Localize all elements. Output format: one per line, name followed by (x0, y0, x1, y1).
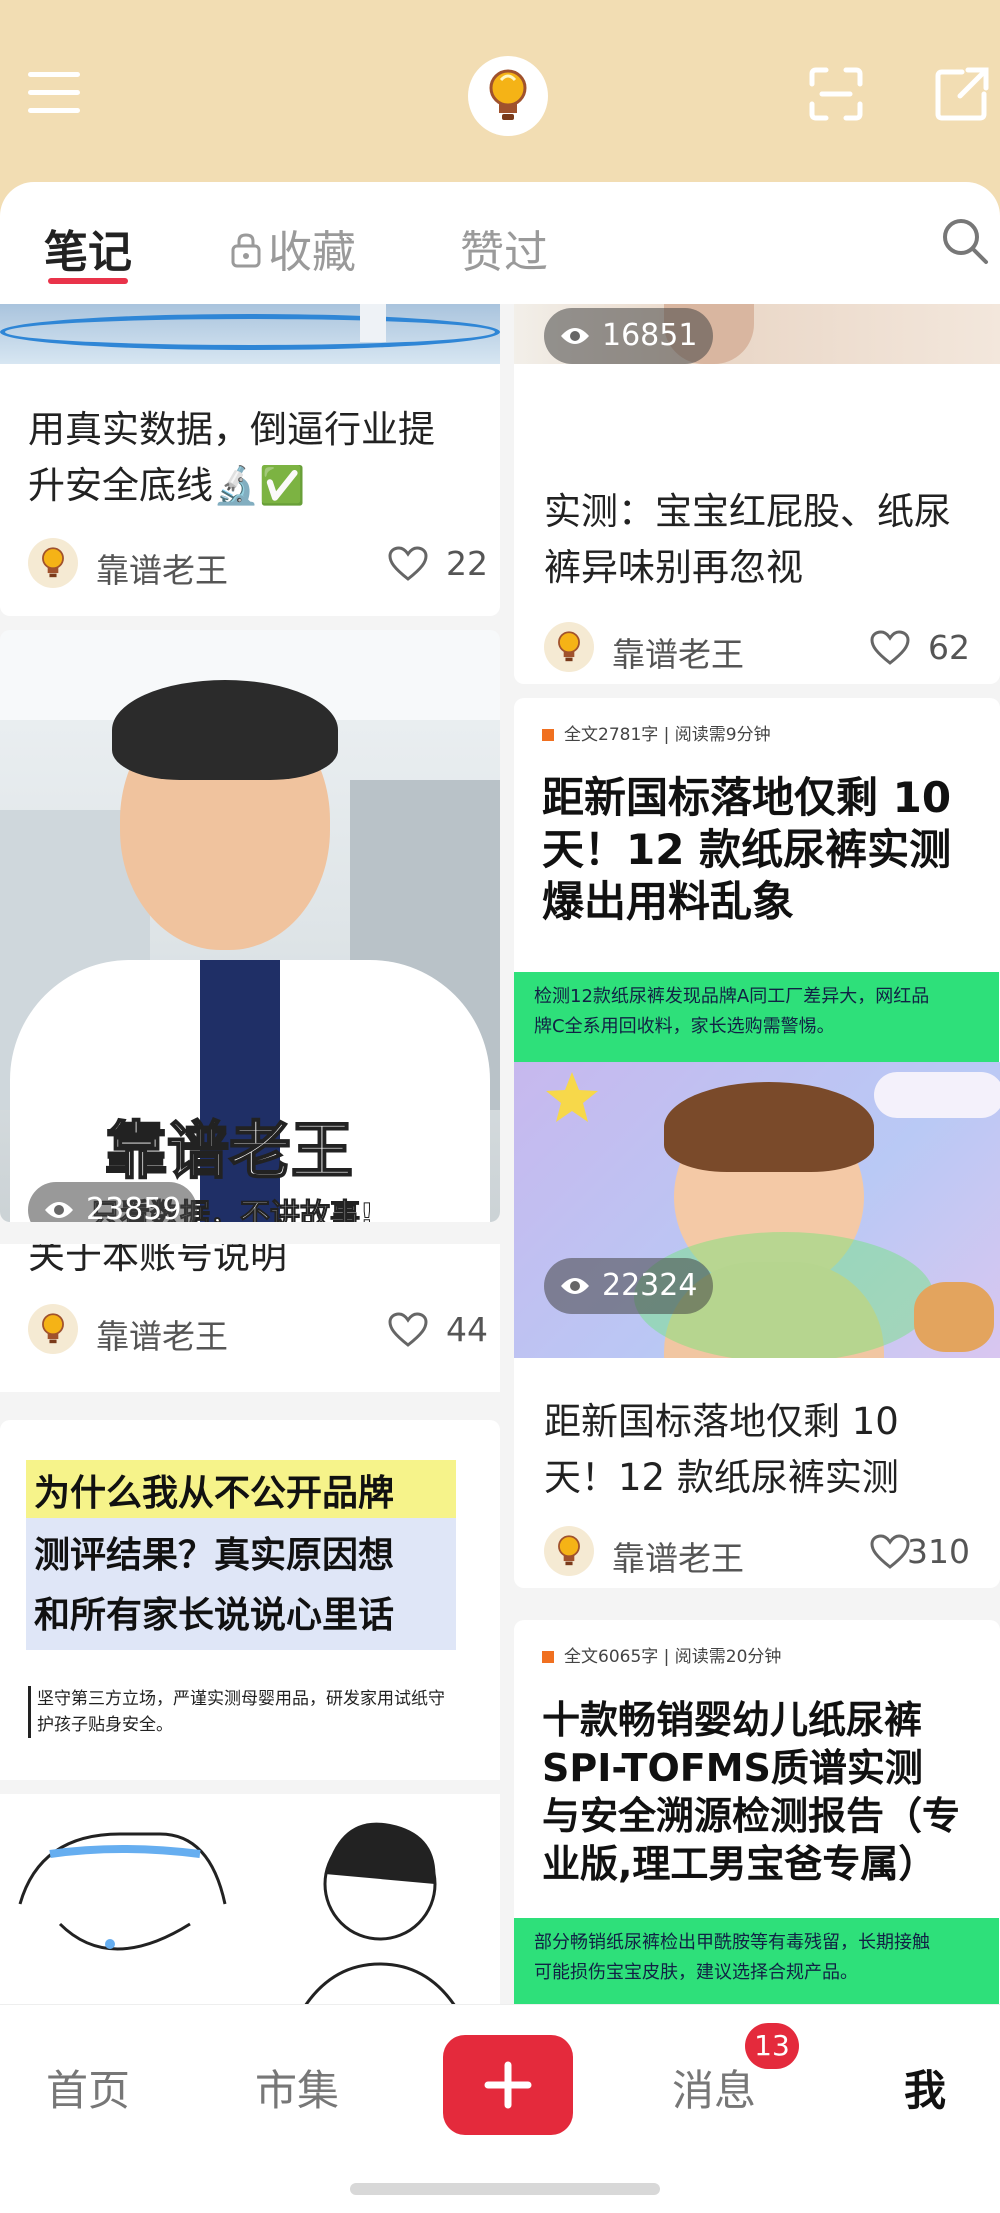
note-title: 关于本账号说明 (28, 1244, 287, 1277)
lightbulb-icon (558, 631, 580, 662)
article-summary-bar: 检测12款纸尿裤发现品牌A同工厂差异大，网红品 牌C全系用回收料，家长选购需警惕… (514, 972, 999, 1062)
like-count: 62 (928, 628, 970, 667)
cover-overlay-title: 靠谱老王 (104, 1113, 354, 1188)
cover-subtext: 坚守第三方立场，严谨实测母婴用品，研发家用试纸守 护孩子贴身安全。 (28, 1686, 487, 1738)
article-meta: 全文2781字 | 阅读需9分钟 (542, 720, 771, 745)
heart-icon[interactable] (388, 546, 428, 582)
author-name[interactable]: 靠谱老王 (612, 1532, 744, 1580)
note-title-line: 天！12 款纸尿裤实测 (544, 1456, 899, 1499)
note-title-line: 用真实数据，倒逼行业提 (28, 408, 435, 451)
note-title-line: 升安全底线🔬✅ (28, 464, 306, 507)
notes-feed: 用真实数据，倒逼行业提 升安全底线🔬✅ 靠谱老王 22 靠谱老王 只看数据，不讲… (0, 304, 1000, 2004)
author-avatar[interactable] (28, 538, 78, 588)
nav-home[interactable]: 首页 (46, 2057, 130, 2118)
view-count-badge: 16851 (544, 308, 714, 364)
article-summary-line: 部分畅销纸尿裤检出甲酰胺等有毒残留，长期接触 (534, 1932, 930, 1953)
article-headline-line: 天！12 款纸尿裤实测 (542, 825, 952, 874)
note-title-line: 距新国标落地仅剩 10 (544, 1400, 899, 1443)
tab-active-indicator (48, 278, 128, 284)
note-cover-image (0, 304, 500, 364)
cover-subtext-line: 护孩子贴身安全。 (37, 1715, 173, 1735)
note-card[interactable]: 靠谱老王 只看数据，不讲故事! 23859 (0, 630, 500, 1222)
author-avatar[interactable] (544, 1526, 594, 1576)
home-indicator (350, 2183, 660, 2195)
cover-subtext-line: 坚守第三方立场，严谨实测母婴用品，研发家用试纸守 (37, 1689, 445, 1709)
article-headline-line: 距新国标落地仅剩 10 (542, 773, 952, 822)
note-card[interactable]: 用真实数据，倒逼行业提 升安全底线🔬✅ 靠谱老王 22 (0, 304, 500, 616)
author-name[interactable]: 靠谱老王 (96, 1310, 228, 1358)
like-count: 310 (907, 1532, 970, 1571)
view-count-badge: 23859 (28, 1182, 198, 1222)
profile-tabs: 笔记 收藏 赞过 (0, 182, 1000, 304)
heart-icon[interactable] (388, 1312, 428, 1348)
article-meta: 全文6065字 | 阅读需20分钟 (542, 1642, 781, 1667)
view-count: 16851 (602, 318, 698, 353)
article-summary-line: 牌C全系用回收料，家长选购需警惕。 (534, 1016, 835, 1037)
note-card-footer[interactable]: 关于本账号说明 靠谱老王 44 (0, 1244, 500, 1392)
nav-me[interactable]: 我 (904, 2057, 946, 2118)
lightbulb-icon (42, 547, 64, 578)
view-count: 23859 (86, 1192, 182, 1222)
article-summary-line: 检测12款纸尿裤发现品牌A同工厂差异大，网红品 (534, 986, 930, 1007)
lock-icon (231, 233, 261, 268)
menu-icon[interactable] (28, 72, 80, 116)
article-headline-line: 业版,理工男宝爸专属） (542, 1842, 937, 1886)
add-note-button[interactable] (443, 2035, 573, 2135)
view-count: 22324 (602, 1268, 698, 1303)
cover-heading-line: 为什么我从不公开品牌 (34, 1473, 395, 1514)
nav-messages[interactable]: 消息 (672, 2057, 756, 2118)
author-avatar[interactable] (28, 1304, 78, 1354)
tab-favorites-label: 收藏 (268, 227, 356, 278)
cover-illustration (0, 1780, 500, 2004)
article-headline-line: SPI-TOFMS质谱实测 (542, 1746, 923, 1790)
author-name[interactable]: 靠谱老王 (96, 544, 228, 592)
nav-market[interactable]: 市集 (255, 2057, 339, 2118)
plus-icon (484, 2061, 532, 2109)
author-row: 靠谱老王 22 (28, 536, 488, 592)
eye-icon (45, 1202, 73, 1218)
author-avatar[interactable] (544, 622, 594, 672)
article-meta-text: 全文2781字 | 阅读需9分钟 (564, 725, 771, 745)
author-name[interactable]: 靠谱老王 (612, 628, 744, 676)
eye-icon (561, 1278, 589, 1294)
heart-icon[interactable] (870, 630, 910, 666)
search-icon[interactable] (940, 216, 990, 266)
profile-sheet: 笔记 收藏 赞过 用真实数据，倒逼行业提 升安全底线🔬✅ 靠谱老王 22 靠谱老… (0, 182, 1000, 2213)
like-count: 22 (446, 544, 488, 583)
tab-favorites[interactable]: 收藏 (230, 216, 356, 280)
author-row: 靠谱老王 62 (544, 620, 970, 676)
article-summary-line: 可能损伤宝宝皮肤，建议选择合规产品。 (534, 1962, 858, 1983)
eye-icon (561, 328, 589, 344)
article-summary-bar: 部分畅销纸尿裤检出甲酰胺等有毒残留，长期接触 可能损伤宝宝皮肤，建议选择合规产品… (514, 1918, 999, 2004)
messages-badge: 13 (745, 2023, 799, 2069)
scan-icon[interactable] (808, 66, 864, 122)
tab-liked[interactable]: 赞过 (460, 216, 548, 280)
lightbulb-icon (489, 69, 527, 120)
article-headline-line: 爆出用料乱象 (542, 877, 795, 926)
cover-heading-box: 为什么我从不公开品牌 测评结果？真实原因想 和所有家长说说心里话 (26, 1460, 456, 1650)
profile-avatar[interactable] (468, 56, 548, 136)
share-icon[interactable] (934, 66, 990, 122)
view-count-badge: 22324 (544, 1258, 714, 1314)
cover-heading-line: 测评结果？真实原因想 (34, 1535, 395, 1576)
tab-notes[interactable]: 笔记 (44, 216, 132, 280)
note-title-line: 实测：宝宝红屁股、纸尿 (544, 490, 951, 533)
note-title-line: 裤异味别再忽视 (544, 546, 803, 589)
like-count: 44 (446, 1310, 488, 1349)
note-card[interactable]: 全文6065字 | 阅读需20分钟 十款畅销婴幼儿纸尿裤 SPI-TOFMS质谱… (514, 1620, 1000, 2004)
lightbulb-icon (42, 1313, 64, 1344)
lightbulb-icon (558, 1535, 580, 1566)
author-row: 靠谱老王 44 (28, 1302, 488, 1358)
article-meta-text: 全文6065字 | 阅读需20分钟 (564, 1647, 782, 1667)
article-headline-line: 十款畅销婴幼儿纸尿裤 (542, 1698, 923, 1742)
article-headline-line: 与安全溯源检测报告（专 (542, 1794, 961, 1838)
note-card[interactable]: 为什么我从不公开品牌 测评结果？真实原因想 和所有家长说说心里话 坚守第三方立场… (0, 1420, 500, 2004)
note-card[interactable]: 16851 实测：宝宝红屁股、纸尿 裤异味别再忽视 靠谱老王 62 (514, 304, 1000, 684)
header (0, 0, 1000, 190)
cover-heading-line: 和所有家长说说心里话 (34, 1595, 395, 1636)
bottom-nav: 首页 市集 消息 13 我 (0, 2004, 1000, 2213)
author-row: 靠谱老王 310 (544, 1524, 970, 1580)
heart-icon[interactable] (870, 1534, 910, 1570)
note-card[interactable]: 全文2781字 | 阅读需9分钟 距新国标落地仅剩 10 天！12 款纸尿裤实测… (514, 698, 1000, 1588)
